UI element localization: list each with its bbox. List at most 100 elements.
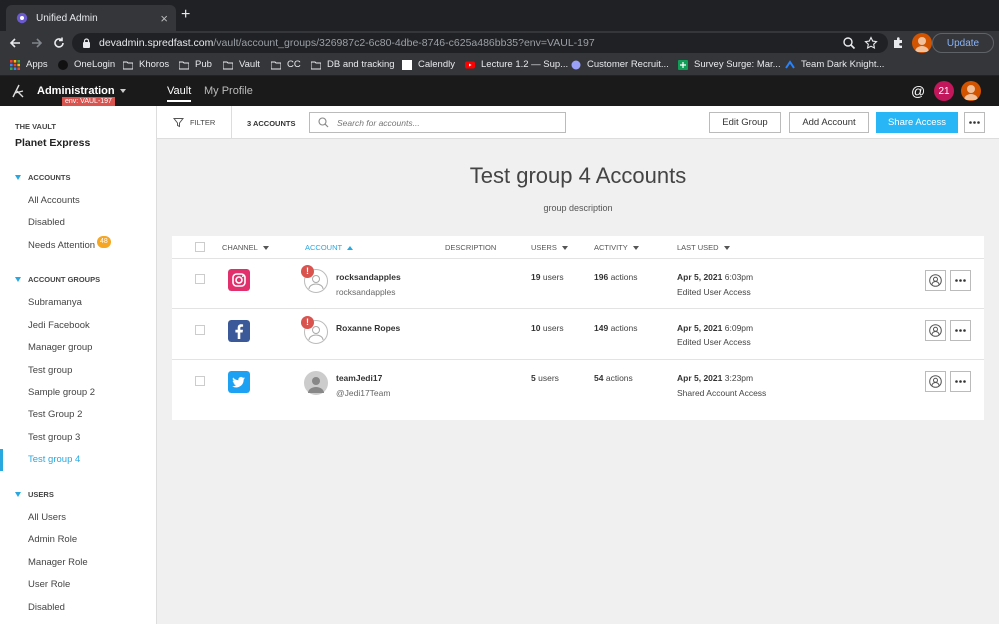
share-access-button[interactable]: Share Access bbox=[876, 112, 958, 133]
account-name[interactable]: teamJedi17 bbox=[336, 373, 382, 383]
account-groups-section-toggle[interactable]: ACCOUNT GROUPS bbox=[15, 275, 100, 284]
extensions-icon[interactable] bbox=[891, 36, 905, 50]
sidebar-item-user-role[interactable]: User Role bbox=[28, 579, 70, 590]
forward-arrow-icon[interactable] bbox=[30, 36, 44, 50]
bookmark-team-dark-knight[interactable]: Team Dark Knight... bbox=[785, 59, 884, 70]
edit-group-label: Edit Group bbox=[722, 117, 768, 128]
share-access-label: Share Access bbox=[887, 117, 947, 128]
sidebar-item-manager-group[interactable]: Manager group bbox=[28, 342, 92, 353]
settings-gear-icon bbox=[16, 12, 28, 24]
row-checkbox[interactable] bbox=[195, 325, 205, 335]
folder-icon bbox=[123, 61, 133, 69]
browser-tab[interactable]: Unified Admin × bbox=[6, 5, 176, 31]
column-header-account[interactable]: ACCOUNT bbox=[305, 243, 354, 252]
vault-label: THE VAULT bbox=[15, 122, 56, 131]
notification-badge[interactable]: 21 bbox=[934, 81, 954, 101]
column-header-users[interactable]: USERS bbox=[531, 243, 568, 252]
account-avatar bbox=[304, 371, 328, 395]
sort-down-icon bbox=[632, 245, 639, 250]
sidebar-item-admin-role[interactable]: Admin Role bbox=[28, 534, 77, 545]
sidebar-item-jedi-facebook[interactable]: Jedi Facebook bbox=[28, 320, 90, 331]
chevron-down-icon[interactable] bbox=[120, 89, 126, 93]
account-name[interactable]: Roxanne Ropes bbox=[336, 323, 400, 333]
row-more-button[interactable] bbox=[950, 371, 971, 392]
manage-users-button[interactable] bbox=[925, 270, 946, 291]
column-header-last-used[interactable]: LAST USED bbox=[677, 243, 730, 252]
manage-users-button[interactable] bbox=[925, 371, 946, 392]
close-tab-icon[interactable]: × bbox=[160, 11, 168, 26]
column-header-channel[interactable]: CHANNEL bbox=[222, 243, 269, 252]
reload-icon[interactable] bbox=[52, 36, 66, 50]
confluence-icon bbox=[785, 59, 795, 69]
row-more-button[interactable] bbox=[950, 320, 971, 341]
update-button[interactable]: Update bbox=[932, 33, 994, 53]
edit-group-button[interactable]: Edit Group bbox=[709, 112, 781, 133]
user-icon bbox=[308, 377, 324, 393]
account-name[interactable]: rocksandapples bbox=[336, 272, 401, 282]
zoom-icon[interactable] bbox=[842, 36, 856, 50]
nav-my-profile[interactable]: My Profile bbox=[204, 85, 253, 97]
bookmark-pub[interactable]: Pub bbox=[179, 59, 212, 70]
browser-tab-title: Unified Admin bbox=[36, 12, 98, 24]
address-bar[interactable]: devadmin.spredfast.com/vault/account_gro… bbox=[72, 33, 888, 53]
sidebar-item-sample-group-2[interactable]: Sample group 2 bbox=[28, 387, 95, 398]
row-checkbox[interactable] bbox=[195, 274, 205, 284]
new-tab-button[interactable]: + bbox=[181, 7, 190, 23]
khoros-logo-icon[interactable] bbox=[11, 84, 25, 98]
back-arrow-icon[interactable] bbox=[8, 36, 22, 50]
bookmark-db-and-tracking[interactable]: DB and tracking bbox=[311, 59, 395, 70]
sidebar-item-test-group[interactable]: Test group bbox=[28, 365, 72, 376]
add-account-label: Add Account bbox=[802, 117, 856, 128]
activity-count: 196 actions bbox=[594, 272, 638, 282]
at-icon[interactable]: @ bbox=[911, 83, 925, 99]
sidebar-item-test-group-3[interactable]: Test group 3 bbox=[28, 432, 80, 443]
search-input[interactable] bbox=[337, 117, 537, 128]
bookmark-khoros[interactable]: Khoros bbox=[123, 59, 169, 70]
bookmark-lecture[interactable]: Lecture 1.2 — Sup... bbox=[465, 59, 568, 70]
sidebar-item-disabled-users[interactable]: Disabled bbox=[28, 602, 65, 613]
filter-button[interactable]: FILTER bbox=[173, 117, 215, 128]
sidebar-item-test-group-2[interactable]: Test Group 2 bbox=[28, 409, 82, 420]
lock-icon bbox=[83, 38, 90, 48]
url-host: devadmin.spredfast.com bbox=[99, 37, 214, 49]
sidebar-item-disabled-accounts[interactable]: Disabled bbox=[28, 217, 65, 228]
sidebar-item-all-users[interactable]: All Users bbox=[28, 512, 66, 523]
accounts-table: CHANNEL ACCOUNT DESCRIPTION USERS ACTIVI… bbox=[172, 236, 984, 420]
search-box[interactable] bbox=[309, 112, 566, 133]
recruit-icon bbox=[571, 60, 581, 69]
last-used-action: Edited User Access bbox=[677, 337, 751, 347]
star-icon[interactable] bbox=[864, 36, 878, 50]
row-checkbox[interactable] bbox=[195, 376, 205, 386]
column-header-activity[interactable]: ACTIVITY bbox=[594, 243, 639, 252]
last-used-action: Shared Account Access bbox=[677, 388, 767, 398]
user-icon bbox=[929, 375, 942, 388]
accounts-section-toggle[interactable]: ACCOUNTS bbox=[15, 173, 71, 182]
content-toolbar: FILTER 3 ACCOUNTS Edit Group Add Account… bbox=[157, 106, 999, 139]
bookmark-onelogin[interactable]: OneLogin bbox=[58, 59, 115, 70]
bookmarks-bar: Apps OneLogin Khoros Pub Vault CC DB and… bbox=[0, 55, 999, 76]
folder-icon bbox=[271, 61, 281, 69]
search-icon bbox=[318, 117, 329, 128]
manage-users-button[interactable] bbox=[925, 320, 946, 341]
sidebar-item-subramanya[interactable]: Subramanya bbox=[28, 297, 82, 308]
bookmark-survey-surge[interactable]: Survey Surge: Mar... bbox=[678, 59, 781, 70]
sidebar-item-manager-role[interactable]: Manager Role bbox=[28, 557, 88, 568]
user-avatar[interactable] bbox=[961, 81, 981, 101]
more-options-button[interactable] bbox=[964, 112, 985, 133]
sidebar-item-needs-attention[interactable]: Needs Attention bbox=[28, 240, 95, 251]
select-all-checkbox[interactable] bbox=[195, 242, 205, 252]
sidebar-item-all-accounts[interactable]: All Accounts bbox=[28, 195, 80, 206]
browser-profile-avatar[interactable] bbox=[912, 33, 932, 53]
row-more-button[interactable] bbox=[950, 270, 971, 291]
sidebar-item-test-group-4[interactable]: Test group 4 bbox=[28, 454, 80, 465]
page-title: Test group 4 Accounts bbox=[469, 163, 687, 188]
users-section-toggle[interactable]: USERS bbox=[15, 490, 54, 499]
bookmark-apps[interactable]: Apps bbox=[10, 59, 48, 70]
bookmark-cc[interactable]: CC bbox=[271, 59, 301, 70]
nav-vault[interactable]: Vault bbox=[167, 85, 192, 102]
bookmark-customer-recruit[interactable]: Customer Recruit... bbox=[571, 59, 669, 70]
app-title[interactable]: Administration bbox=[37, 85, 115, 97]
add-account-button[interactable]: Add Account bbox=[789, 112, 869, 133]
bookmark-calendly[interactable]: Calendly bbox=[402, 59, 455, 70]
bookmark-vault[interactable]: Vault bbox=[223, 59, 260, 70]
